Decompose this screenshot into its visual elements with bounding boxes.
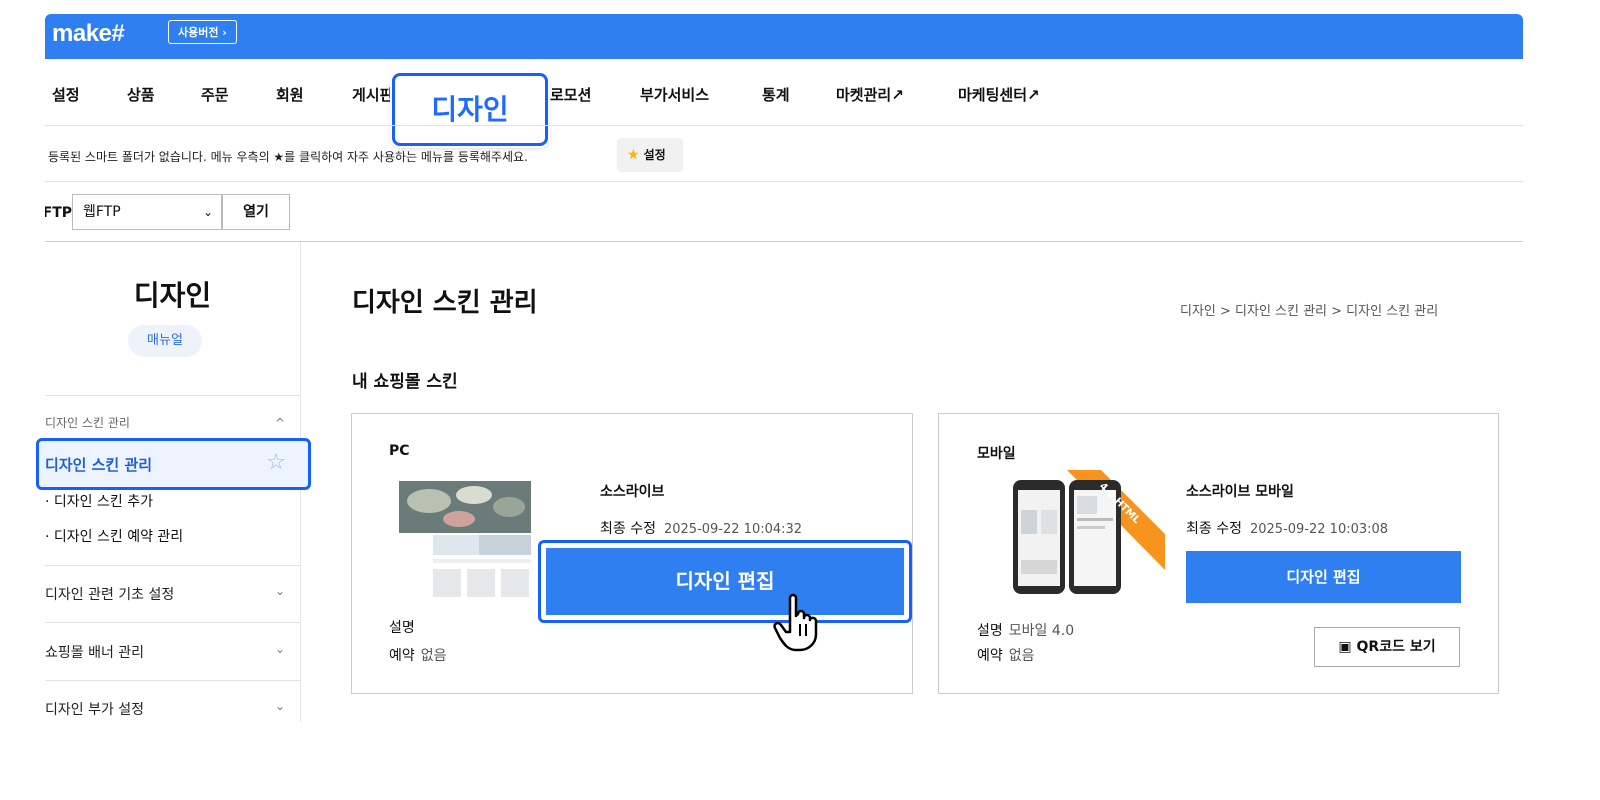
manual-button[interactable]: 매뉴얼 — [128, 325, 202, 357]
menu-addon-services[interactable]: 부가서비스 — [640, 80, 709, 110]
sidebar-section-extra[interactable]: 디자인 부가 설정 — [45, 699, 144, 719]
reserve-value: 없음 — [1008, 648, 1035, 664]
section-title: 내 쇼핑몰 스킨 — [352, 372, 458, 392]
menu-design-highlight[interactable]: 디자인 — [392, 73, 548, 146]
desc-label: 설명 — [977, 623, 1003, 639]
smart-folder-notice: 등록된 스마트 폴더가 없습니다. 메뉴 우측의 ★를 클릭하여 자주 사용하는… — [48, 150, 528, 164]
sidebar-item-label: 디자인 스킨 추가 — [53, 494, 153, 510]
desc-label: 설명 — [389, 620, 415, 636]
chevron-up-icon[interactable]: ^ — [275, 416, 285, 430]
mobile-skin-name: 소스라이브 모바일 — [1186, 484, 1294, 500]
sidebar-title: 디자인 — [133, 279, 212, 312]
pc-design-edit-highlight[interactable]: 디자인 편집 — [538, 540, 912, 623]
sidebar-item-skin-manage-active[interactable]: 디자인 스킨 관리 ☆ — [36, 438, 311, 490]
sidebar-section-basic-settings[interactable]: 디자인 관련 기초 설정 — [45, 584, 174, 604]
qr-icon: ▣ — [1338, 639, 1357, 655]
menu-orders[interactable]: 주문 — [201, 80, 229, 110]
pc-skin-name: 소스라이브 — [600, 484, 665, 500]
star-icon[interactable]: ☆ — [266, 450, 286, 475]
mobile-thumbnail-image — [1013, 470, 1165, 594]
hand-cursor-icon — [772, 592, 828, 652]
version-badge[interactable]: 사용버전 › — [168, 20, 237, 44]
sidebar-item-label: 디자인 스킨 예약 관리 — [53, 529, 184, 545]
menu-marketing-center[interactable]: 마케팅센터↗ — [958, 80, 1040, 110]
ftp-select-value: 웹FTP — [83, 204, 121, 220]
mobile-design-edit-button[interactable]: 디자인 편집 — [1186, 551, 1461, 603]
menu-statistics[interactable]: 통계 — [762, 80, 790, 110]
divider — [45, 181, 1523, 182]
desc-value: 모바일 4.0 — [1008, 623, 1075, 639]
mobile-skin-thumbnail[interactable]: 4.0 HTML — [1005, 470, 1165, 598]
sidebar-item-label: 디자인 스킨 관리 — [45, 456, 153, 474]
star-icon: ★ — [627, 147, 640, 163]
mobile-label: 모바일 — [977, 446, 1016, 462]
divider — [45, 680, 300, 681]
reserve-value: 없음 — [420, 648, 447, 664]
mobile-modified: 최종 수정 2025-09-22 10:03:08 — [1186, 518, 1388, 538]
favorite-setting-label: 설정 — [643, 148, 666, 162]
chevron-down-icon[interactable]: ⌄ — [275, 642, 285, 656]
sidebar-section-banner[interactable]: 쇼핑몰 배너 관리 — [45, 642, 144, 662]
divider — [45, 125, 1523, 126]
menu-products[interactable]: 상품 — [127, 80, 155, 110]
modified-date: 2025-09-22 10:04:32 — [663, 522, 803, 537]
ftp-open-button[interactable]: 열기 — [222, 194, 290, 230]
breadcrumb: 디자인 > 디자인 스킨 관리 > 디자인 스킨 관리 — [1180, 304, 1439, 319]
sidebar-section-skin-manage[interactable]: 디자인 스킨 관리 — [45, 414, 130, 431]
menu-members[interactable]: 회원 — [276, 80, 304, 110]
ftp-select[interactable]: 웹FTP ⌄ — [72, 194, 222, 230]
pc-thumbnail-image — [399, 473, 531, 603]
sidebar-item-skin-reserve[interactable]: · 디자인 스킨 예약 관리 — [45, 526, 183, 546]
menu-design-label: 디자인 — [431, 93, 509, 126]
pc-description: 설명 — [389, 617, 421, 637]
divider — [45, 395, 300, 396]
modified-date: 2025-09-22 10:03:08 — [1249, 522, 1389, 537]
page-title: 디자인 스킨 관리 — [352, 288, 538, 318]
pc-reservation: 예약 없음 — [389, 645, 447, 665]
pc-modified: 최종 수정 2025-09-22 10:04:32 — [600, 518, 802, 538]
pc-skin-thumbnail[interactable] — [399, 473, 531, 603]
divider — [45, 241, 1523, 242]
ftp-label: FTP — [45, 205, 72, 221]
reserve-label: 예약 — [977, 648, 1003, 664]
chevron-down-icon: ⌄ — [202, 205, 213, 219]
menu-settings[interactable]: 설정 — [52, 80, 80, 110]
divider — [45, 622, 300, 623]
chevron-down-icon[interactable]: ⌄ — [275, 584, 285, 598]
menu-market[interactable]: 마켓관리↗ — [836, 80, 904, 110]
menu-board[interactable]: 게시판 — [352, 80, 393, 110]
mobile-description: 설명 모바일 4.0 — [977, 620, 1074, 640]
sidebar-item-skin-add[interactable]: · 디자인 스킨 추가 — [45, 491, 153, 511]
top-bar — [45, 14, 1523, 59]
mobile-reservation: 예약 없음 — [977, 645, 1035, 665]
modified-label: 최종 수정 — [1186, 521, 1242, 537]
chevron-down-icon[interactable]: ⌄ — [275, 699, 285, 713]
qr-code-label: QR코드 보기 — [1356, 639, 1436, 655]
pc-label: PC — [389, 443, 410, 459]
qr-code-button[interactable]: ▣ QR코드 보기 — [1314, 627, 1460, 667]
menu-promotion[interactable]: 로모션 — [550, 80, 591, 110]
favorite-setting-button[interactable]: ★ 설정 — [617, 138, 683, 172]
logo[interactable]: make# — [52, 16, 125, 52]
divider — [45, 565, 300, 566]
modified-label: 최종 수정 — [600, 521, 656, 537]
reserve-label: 예약 — [389, 648, 415, 664]
pc-design-edit-button[interactable]: 디자인 편집 — [546, 548, 904, 615]
